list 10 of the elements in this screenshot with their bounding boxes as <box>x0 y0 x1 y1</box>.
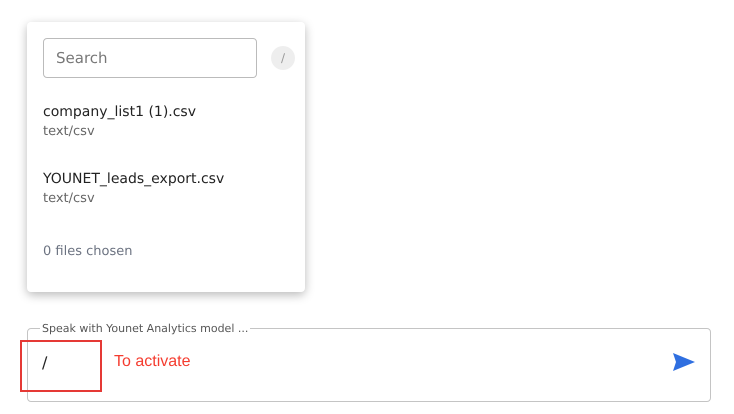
search-field[interactable]: Search <box>43 38 257 78</box>
chat-input-label: Speak with Younet Analytics model ... <box>41 322 250 335</box>
shortcut-badge: / <box>271 46 295 70</box>
chat-input-field[interactable]: Speak with Younet Analytics model ... / To activate <box>27 322 711 402</box>
files-status: 0 files chosen <box>43 244 134 259</box>
chat-input-value: / <box>42 352 48 372</box>
file-item[interactable]: company_list1 (1).csv text/csv <box>43 104 295 139</box>
send-icon[interactable] <box>672 352 696 372</box>
file-item[interactable]: YOUNET_leads_export.csv text/csv <box>43 171 295 206</box>
annotation-text: To activate <box>114 353 190 371</box>
